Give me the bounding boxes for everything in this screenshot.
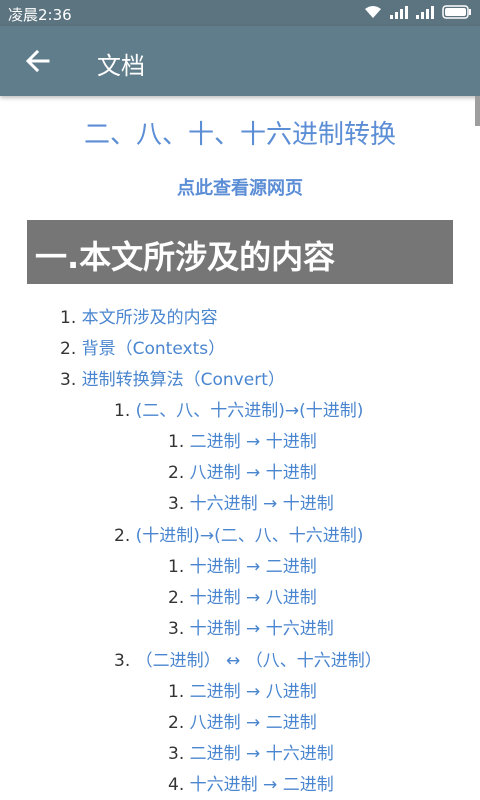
back-arrow-icon bbox=[25, 49, 50, 73]
toc-number: 2. bbox=[168, 588, 185, 608]
toolbar-title: 文档 bbox=[97, 52, 145, 80]
section-heading-text: 一.本文所涉及的内容 bbox=[35, 238, 336, 276]
toc-item[interactable]: 2. 背景（Contexts） bbox=[60, 334, 225, 364]
toc-link[interactable]: 十进制 → 十六进制 bbox=[190, 619, 334, 639]
toc-link[interactable]: 本文所涉及的内容 bbox=[82, 308, 218, 328]
toc-link[interactable]: 十六进制 → 二进制 bbox=[190, 775, 334, 795]
toc-item[interactable]: 1. 本文所涉及的内容 bbox=[60, 303, 218, 333]
view-source-link[interactable]: 点此查看源网页 bbox=[0, 174, 480, 200]
status-bar: 凌晨2:36 bbox=[0, 0, 480, 26]
toc-number: 1. bbox=[60, 308, 77, 328]
toc-number: 3. bbox=[168, 744, 185, 764]
toc-subsubitem[interactable]: 3. 十六进制 → 十进制 bbox=[168, 489, 334, 519]
status-time: 凌晨2:36 bbox=[8, 6, 72, 24]
toc-number: 1. bbox=[168, 557, 185, 577]
toc-number: 3. bbox=[60, 370, 77, 390]
signal-icon bbox=[416, 6, 434, 19]
status-icons bbox=[364, 5, 472, 19]
toc-number: 3. bbox=[114, 651, 131, 671]
toc-subsubitem[interactable]: 4. 十六进制 → 二进制 bbox=[168, 770, 334, 800]
toc-link[interactable]: 二进制 → 十进制 bbox=[190, 432, 317, 452]
toc-number: 1. bbox=[168, 682, 185, 702]
toc-subsubitem[interactable]: 3. 二进制 → 十六进制 bbox=[168, 739, 334, 769]
toc-link[interactable]: 十进制 → 八进制 bbox=[190, 588, 317, 608]
wifi-icon bbox=[365, 6, 381, 18]
toc-number: 2. bbox=[168, 463, 185, 483]
document-content[interactable]: 二、八、十、十六进制转换 点此查看源网页 一.本文所涉及的内容 1. 本文所涉及… bbox=[0, 96, 480, 800]
toc-number: 1. bbox=[168, 432, 185, 452]
toc-subsubitem[interactable]: 2. 八进制 → 十进制 bbox=[168, 458, 317, 488]
toc-subitem[interactable]: 3. （二进制） ↔ （八、十六进制） bbox=[114, 646, 382, 676]
toc-subitem[interactable]: 2. (十进制)→(二、八、十六进制) bbox=[114, 521, 363, 551]
toc-subsubitem[interactable]: 1. 二进制 → 十进制 bbox=[168, 427, 317, 457]
scrollbar[interactable] bbox=[475, 96, 480, 126]
toc-link[interactable]: 二进制 → 十六进制 bbox=[190, 744, 334, 764]
toc-subsubitem[interactable]: 2. 十进制 → 八进制 bbox=[168, 583, 317, 613]
section-heading: 一.本文所涉及的内容 bbox=[27, 220, 453, 284]
app-bar: 文档 bbox=[0, 26, 480, 96]
toc-link[interactable]: 进制转换算法（Convert） bbox=[82, 370, 285, 390]
back-button[interactable] bbox=[20, 43, 56, 79]
document-title: 二、八、十、十六进制转换 bbox=[83, 120, 396, 150]
battery-icon bbox=[442, 5, 471, 19]
toc-link[interactable]: 二进制 → 八进制 bbox=[190, 682, 317, 702]
toc-link[interactable]: 十六进制 → 十进制 bbox=[190, 494, 334, 514]
toc-subsubitem[interactable]: 2. 八进制 → 二进制 bbox=[168, 708, 317, 738]
toc-number: 2. bbox=[168, 713, 185, 733]
toc-number: 3. bbox=[168, 494, 185, 514]
toc-number: 4. bbox=[168, 775, 185, 795]
signal-icon bbox=[390, 6, 408, 19]
toc-item[interactable]: 3. 进制转换算法（Convert） bbox=[60, 365, 285, 395]
toc-subsubitem[interactable]: 1. 十进制 → 二进制 bbox=[168, 552, 317, 582]
toc-link[interactable]: （二进制） ↔ （八、十六进制） bbox=[136, 651, 382, 671]
toc-link[interactable]: (十进制)→(二、八、十六进制) bbox=[136, 526, 364, 546]
toc-link[interactable]: 十进制 → 二进制 bbox=[190, 557, 317, 577]
toc-subitem[interactable]: 1. (二、八、十六进制)→(十进制) bbox=[114, 396, 363, 426]
toc-number: 1. bbox=[114, 401, 131, 421]
toc-number: 2. bbox=[114, 526, 131, 546]
toc-link[interactable]: (二、八、十六进制)→(十进制) bbox=[136, 401, 364, 421]
toc-number: 2. bbox=[60, 339, 77, 359]
toc-subsubitem[interactable]: 3. 十进制 → 十六进制 bbox=[168, 614, 334, 644]
toc-link[interactable]: 八进制 → 十进制 bbox=[190, 463, 317, 483]
toc-number: 3. bbox=[168, 619, 185, 639]
toc-link[interactable]: 八进制 → 二进制 bbox=[190, 713, 317, 733]
toc-subsubitem[interactable]: 1. 二进制 → 八进制 bbox=[168, 677, 317, 707]
toc-link[interactable]: 背景（Contexts） bbox=[82, 339, 225, 359]
